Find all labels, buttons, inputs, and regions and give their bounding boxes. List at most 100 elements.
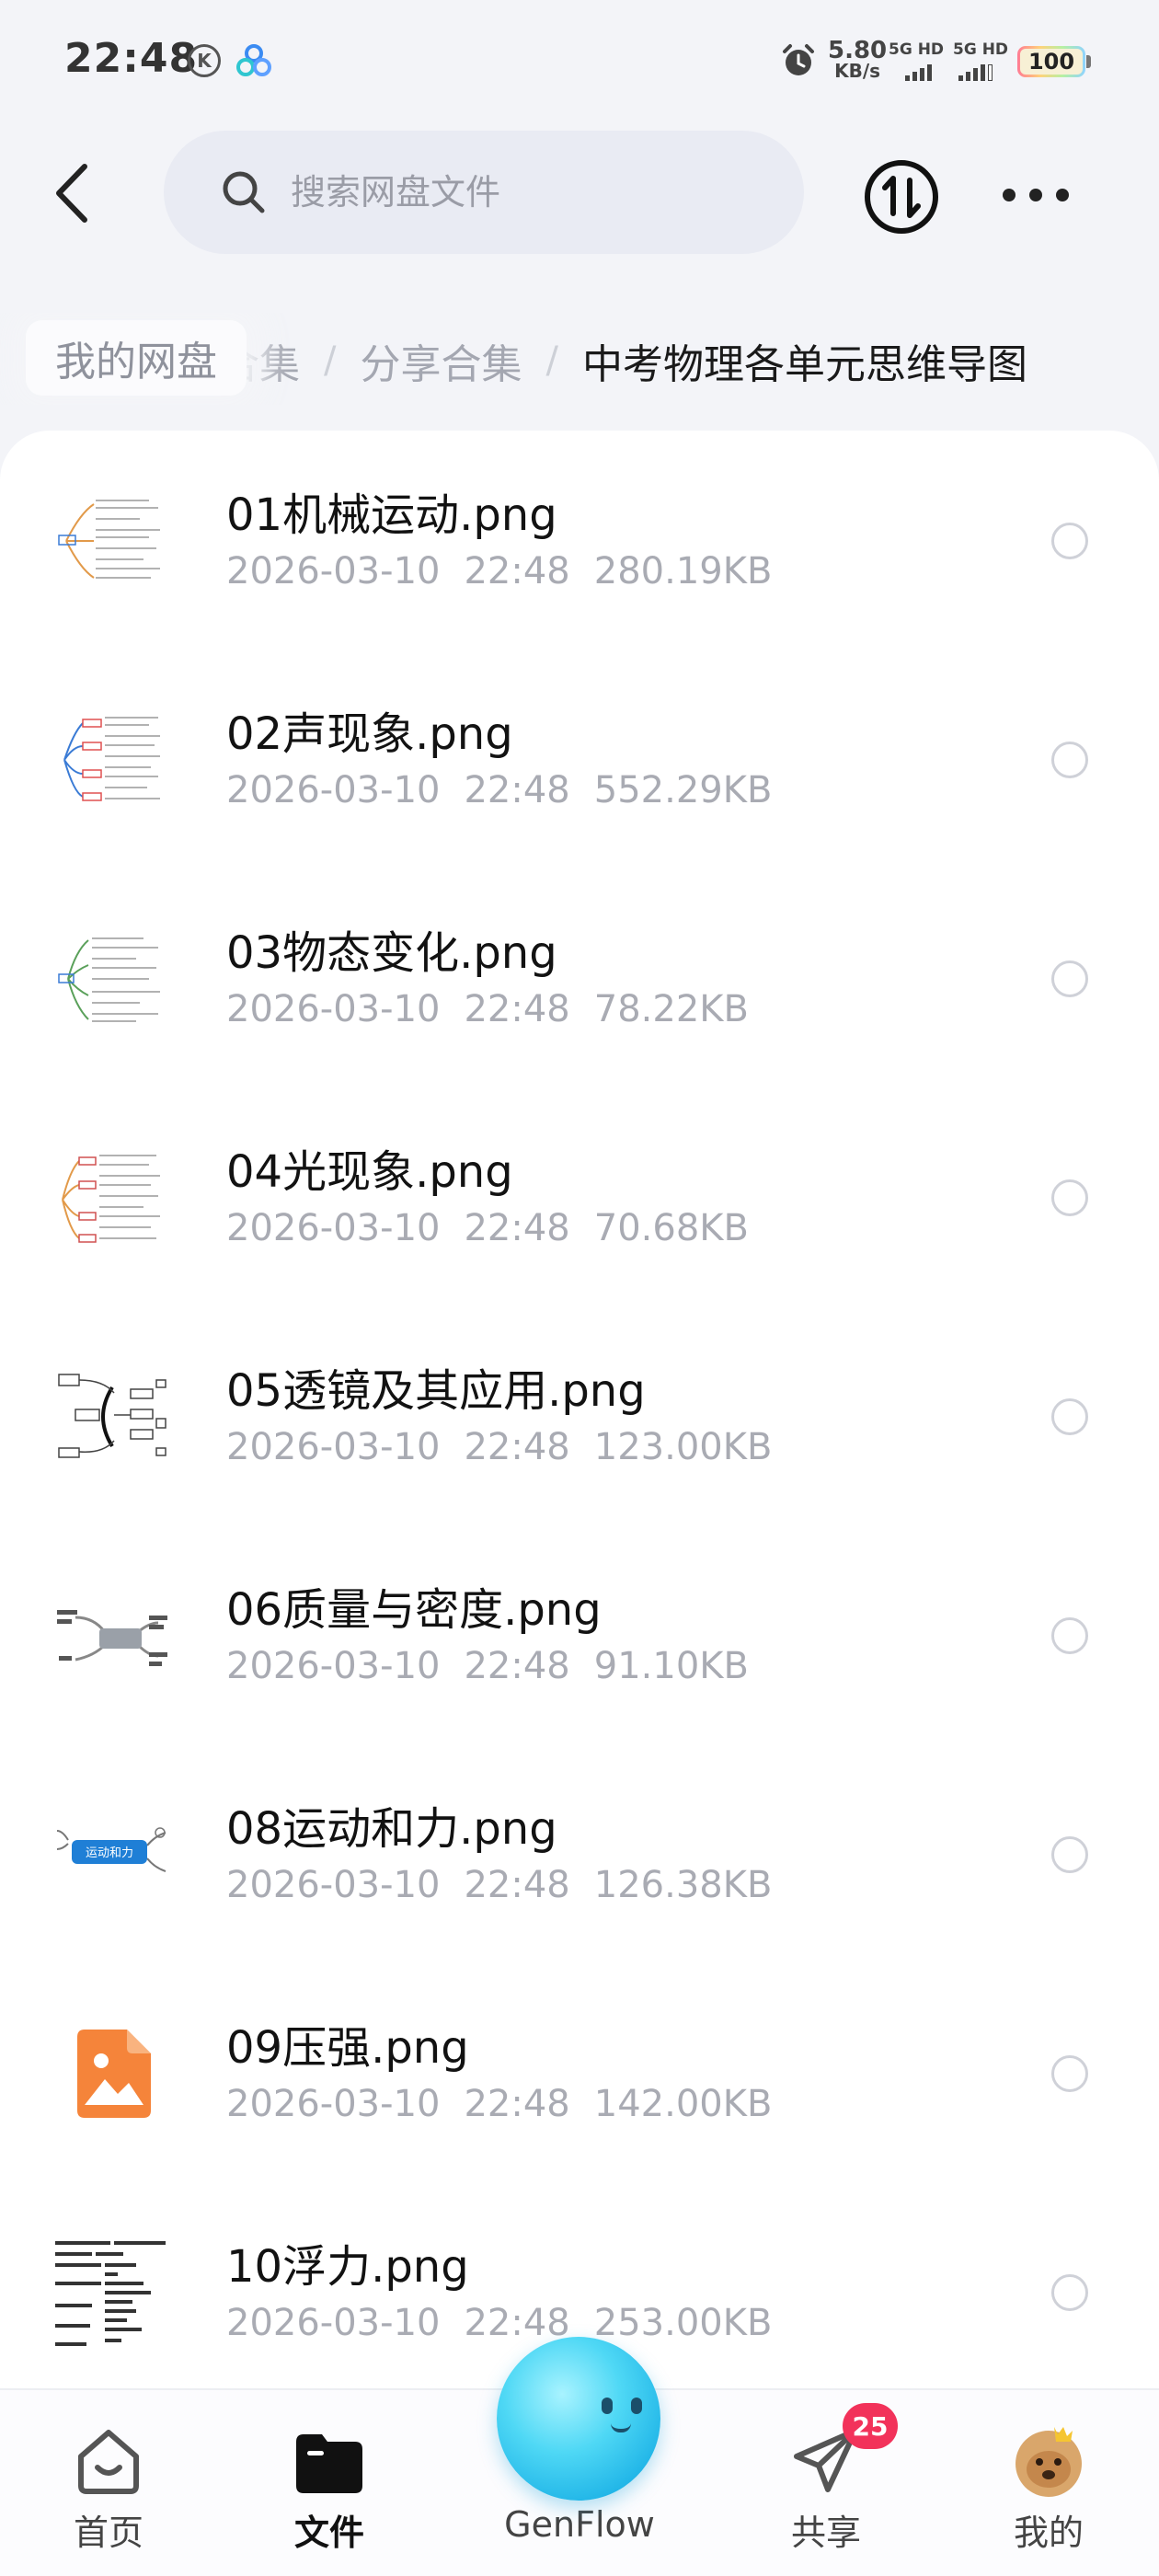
avatar bbox=[1016, 2427, 1082, 2497]
sim2-signal-icon bbox=[958, 64, 993, 81]
nav-home-label: 首页 bbox=[73, 2513, 143, 2553]
mindmap-thumbnail-icon bbox=[57, 1371, 167, 1463]
file-meta: 2026-03-10 22:48 552.29KB bbox=[226, 769, 796, 811]
mascot-mouth bbox=[611, 2423, 631, 2432]
image-file-icon bbox=[77, 2030, 151, 2118]
select-checkbox[interactable] bbox=[1051, 960, 1088, 997]
battery-level: 100 bbox=[1020, 49, 1083, 75]
nav-share-label: 共享 bbox=[790, 2513, 861, 2553]
file-time: 22:48 bbox=[464, 769, 570, 811]
file-time: 22:48 bbox=[464, 1864, 570, 1906]
search-input[interactable] bbox=[291, 172, 769, 213]
file-name: 04光现象.png bbox=[226, 1146, 513, 1198]
battery-indicator: 100 bbox=[1017, 46, 1085, 77]
file-size: 142.00KB bbox=[593, 2083, 773, 2125]
file-row[interactable]: 02声现象.png 2026-03-10 22:48 552.29KB bbox=[0, 650, 1159, 868]
nav-home[interactable]: 首页 bbox=[17, 2390, 201, 2576]
file-meta: 2026-03-10 22:48 126.38KB bbox=[226, 1864, 796, 1906]
status-time: 22:48 bbox=[64, 35, 199, 82]
file-size: 280.19KB bbox=[593, 550, 773, 592]
file-date: 2026-03-10 bbox=[226, 2083, 441, 2125]
sim1-label: 5G HD bbox=[889, 40, 945, 59]
nav-files-label: 文件 bbox=[293, 2513, 364, 2553]
file-size: 123.00KB bbox=[593, 1426, 773, 1468]
file-time: 22:48 bbox=[464, 2302, 570, 2344]
select-checkbox[interactable] bbox=[1051, 2274, 1088, 2311]
breadcrumb-separator: / bbox=[324, 339, 337, 382]
file-row[interactable]: 运动和力 08运动和力.png 2026-03-10 22:48 126.38KB bbox=[0, 1744, 1159, 1963]
file-time: 22:48 bbox=[464, 1645, 570, 1687]
file-date: 2026-03-10 bbox=[226, 1207, 441, 1249]
transfer-sort-button[interactable] bbox=[863, 158, 940, 236]
breadcrumb-current-folder: 中考物理各单元思维导图 bbox=[581, 341, 1027, 388]
select-checkbox[interactable] bbox=[1051, 1836, 1088, 1873]
battery-tip bbox=[1086, 55, 1091, 68]
breadcrumb-home[interactable]: 我的网盘 bbox=[26, 320, 247, 396]
file-meta: 2026-03-10 22:48 123.00KB bbox=[226, 1426, 796, 1468]
file-name: 03物态变化.png bbox=[226, 927, 557, 979]
share-badge: 25 bbox=[843, 2403, 898, 2449]
select-checkbox[interactable] bbox=[1051, 1398, 1088, 1435]
file-meta: 2026-03-10 22:48 91.10KB bbox=[226, 1645, 773, 1687]
file-list: 01机械运动.png 2026-03-10 22:48 280.19KB 02声现象… bbox=[0, 431, 1159, 2576]
more-dot-icon bbox=[1003, 189, 1016, 201]
file-meta: 2026-03-10 22:48 253.00KB bbox=[226, 2302, 796, 2344]
select-checkbox[interactable] bbox=[1051, 1617, 1088, 1654]
mindmap-thumbnail-icon bbox=[52, 2237, 173, 2352]
sim2-label: 5G HD bbox=[953, 40, 1009, 59]
mascot-eye bbox=[602, 2398, 613, 2414]
mindmap-thumbnail-icon: 运动和力 bbox=[56, 1809, 167, 1901]
file-row[interactable]: 04光现象.png 2026-03-10 22:48 70.68KB bbox=[0, 1087, 1159, 1306]
mindmap-thumbnail-icon bbox=[57, 1152, 167, 1244]
nav-me[interactable]: 我的 bbox=[957, 2390, 1141, 2576]
file-size: 78.22KB bbox=[593, 988, 749, 1030]
file-name: 09压强.png bbox=[226, 2022, 469, 2074]
more-dot-icon bbox=[1056, 189, 1069, 201]
sim1-signal-icon bbox=[905, 64, 932, 81]
breadcrumb-item-share-collection[interactable]: 分享合集 bbox=[360, 331, 522, 390]
file-size: 70.68KB bbox=[593, 1207, 749, 1249]
file-date: 2026-03-10 bbox=[226, 1426, 441, 1468]
file-meta: 2026-03-10 22:48 142.00KB bbox=[226, 2083, 796, 2125]
file-meta: 2026-03-10 22:48 70.68KB bbox=[226, 1207, 773, 1249]
search-bar[interactable] bbox=[164, 131, 804, 254]
nav-files[interactable]: 文件 bbox=[237, 2390, 421, 2576]
file-time: 22:48 bbox=[464, 988, 570, 1030]
more-options-button[interactable] bbox=[1003, 184, 1069, 206]
file-row[interactable]: 01机械运动.png 2026-03-10 22:48 280.19KB bbox=[0, 431, 1159, 650]
alarm-icon bbox=[783, 44, 814, 75]
mascot-eye bbox=[631, 2398, 642, 2414]
k-notification-icon: K bbox=[188, 44, 221, 77]
file-name: 08运动和力.png bbox=[226, 1803, 557, 1855]
file-size: 126.38KB bbox=[593, 1864, 773, 1906]
folder-icon bbox=[296, 2434, 362, 2493]
file-row[interactable]: 09压强.png 2026-03-10 22:48 142.00KB bbox=[0, 1963, 1159, 2182]
file-time: 22:48 bbox=[464, 550, 570, 592]
nav-share[interactable]: 25 共享 bbox=[734, 2390, 918, 2576]
file-date: 2026-03-10 bbox=[226, 2302, 441, 2344]
file-name: 01机械运动.png bbox=[226, 489, 557, 541]
mindmap-thumbnail-icon bbox=[57, 933, 167, 1025]
mindmap-thumbnail-icon bbox=[57, 495, 167, 587]
nav-genflow-label: GenFlow bbox=[504, 2504, 655, 2545]
file-name: 10浮力.png bbox=[226, 2241, 469, 2293]
file-name: 02声现象.png bbox=[226, 708, 513, 760]
select-checkbox[interactable] bbox=[1051, 2055, 1088, 2092]
file-time: 22:48 bbox=[464, 1426, 570, 1468]
select-checkbox[interactable] bbox=[1051, 523, 1088, 559]
more-dot-icon bbox=[1029, 189, 1042, 201]
file-row[interactable]: 05透镜及其应用.png 2026-03-10 22:48 123.00KB bbox=[0, 1306, 1159, 1525]
file-meta: 2026-03-10 22:48 78.22KB bbox=[226, 988, 773, 1030]
file-size: 91.10KB bbox=[593, 1645, 749, 1687]
network-speed: 5.80 KB/s bbox=[828, 39, 887, 82]
genflow-mascot-icon[interactable] bbox=[497, 2337, 660, 2501]
mindmap-thumbnail-icon bbox=[57, 1590, 167, 1682]
file-date: 2026-03-10 bbox=[226, 550, 441, 592]
network-speed-unit: KB/s bbox=[834, 60, 881, 82]
file-row[interactable]: 06质量与密度.png 2026-03-10 22:48 91.10KB bbox=[0, 1525, 1159, 1744]
select-checkbox[interactable] bbox=[1051, 742, 1088, 778]
file-row[interactable]: 03物态变化.png 2026-03-10 22:48 78.22KB bbox=[0, 868, 1159, 1087]
status-bar: 22:48 K 5.80 KB/s 5G HD 5G HD 100 bbox=[0, 0, 1159, 120]
select-checkbox[interactable] bbox=[1051, 1179, 1088, 1216]
back-button[interactable] bbox=[44, 156, 99, 230]
